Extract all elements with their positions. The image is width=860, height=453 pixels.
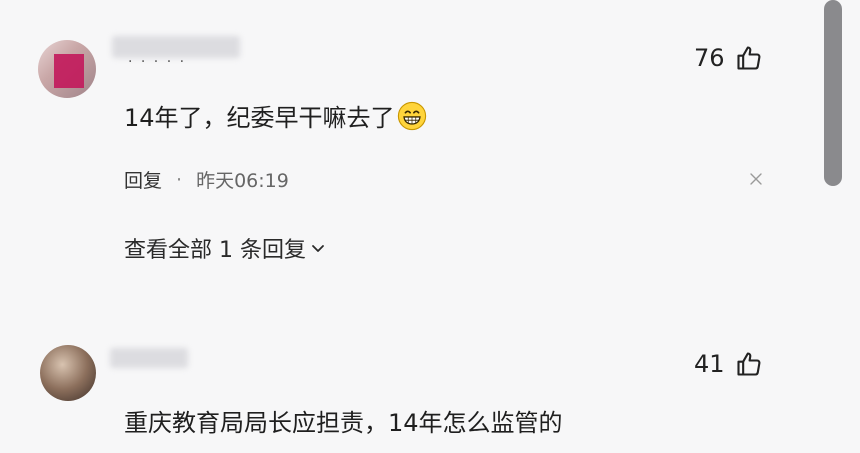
thumbs-up-icon xyxy=(736,352,761,376)
comment-feed: · · · · · 76 14年了，纪委早干嘛去了 回复 · 昨天06:19 查… xyxy=(0,0,860,453)
avatar[interactable] xyxy=(38,40,96,98)
view-all-replies-button[interactable]: 查看全部 1 条回复 xyxy=(124,232,326,264)
comment-time: 昨天06:19 xyxy=(196,170,289,192)
username-dots: · · · · · xyxy=(128,54,187,70)
thumbs-up-icon xyxy=(736,46,761,70)
view-all-replies-label: 查看全部 1 条回复 xyxy=(124,238,306,263)
comment-text: 重庆教育局局长应担责，14年怎么监管的 xyxy=(124,409,563,437)
chevron-down-icon xyxy=(312,245,324,252)
comment-text: 14年了，纪委早干嘛去了 xyxy=(124,98,427,133)
like-count: 41 xyxy=(694,350,725,378)
like-button[interactable]: 76 xyxy=(694,44,763,72)
meta-separator: · xyxy=(176,168,183,191)
reply-button[interactable]: 回复 xyxy=(124,166,162,193)
grinning-emoji-icon xyxy=(397,101,426,131)
scrollbar-thumb[interactable] xyxy=(824,0,842,186)
close-icon[interactable] xyxy=(749,172,763,186)
comment-meta: 回复 · 昨天06:19 xyxy=(124,166,289,193)
like-count: 76 xyxy=(694,44,725,72)
avatar[interactable] xyxy=(40,345,96,401)
username-blurred[interactable] xyxy=(110,348,188,368)
like-button[interactable]: 41 xyxy=(694,350,763,378)
